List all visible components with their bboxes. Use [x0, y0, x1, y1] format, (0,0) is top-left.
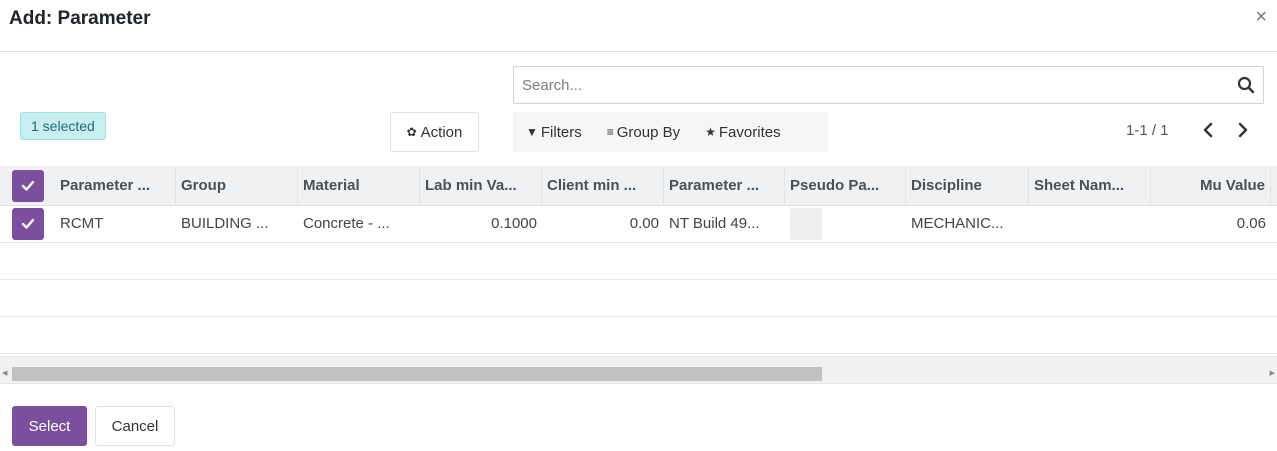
empty-row: [0, 280, 1277, 317]
cell-parameter: RCMT: [60, 215, 104, 232]
pager-value[interactable]: 1-1 / 1: [1126, 122, 1169, 139]
select-all-checkbox[interactable]: [12, 170, 44, 202]
search-icon[interactable]: [1237, 76, 1255, 94]
cell-sheet-name: [1029, 206, 1151, 242]
cell-discipline: MECHANIC...: [911, 215, 1004, 232]
selection-badge: 1 selected: [20, 112, 106, 140]
cell-mu-value: 0.06: [1236, 215, 1266, 232]
cell-material: Concrete - ...: [303, 215, 390, 232]
filter-icon: ▼: [526, 125, 538, 139]
gear-icon: ✿: [406, 125, 417, 139]
column-header-parameter-method[interactable]: Parameter ...: [664, 166, 785, 206]
column-header-material[interactable]: Material: [298, 166, 420, 206]
filters-label: Filters: [540, 123, 582, 141]
cell-group: BUILDING ...: [181, 215, 269, 232]
scroll-right-icon[interactable]: ▶: [1270, 369, 1275, 377]
column-header-client-min[interactable]: Client min ...: [542, 166, 664, 206]
table-row[interactable]: RCMT BUILDING ... Concrete - ... 0.1000 …: [0, 206, 1277, 243]
check-icon: [21, 218, 35, 229]
search-panel-toolbar: ▼ Filters ≡ Group By ★ Favorites: [513, 112, 828, 152]
scroll-left-icon[interactable]: ◀: [2, 369, 7, 377]
filters-button[interactable]: ▼ Filters: [513, 124, 594, 141]
column-header-discipline[interactable]: Discipline: [906, 166, 1029, 206]
table-header: Parameter ... Group Material Lab min Va.…: [0, 166, 1277, 206]
row-checkbox[interactable]: [12, 208, 44, 240]
close-icon[interactable]: ×: [1255, 6, 1267, 29]
scrollbar-thumb[interactable]: [12, 367, 822, 381]
group-by-button[interactable]: ≡ Group By: [594, 124, 692, 141]
column-header-pseudo-parameter[interactable]: Pseudo Pa...: [785, 166, 906, 206]
column-header-group[interactable]: Group: [176, 166, 298, 206]
list-icon: ≡: [606, 125, 614, 139]
group-by-label: Group By: [616, 123, 681, 141]
cancel-button[interactable]: Cancel: [95, 406, 175, 446]
chevron-right-icon[interactable]: [1235, 120, 1251, 140]
cell-lab-min-value: 0.1000: [491, 215, 537, 232]
column-header-sheet-name[interactable]: Sheet Nam...: [1029, 166, 1151, 206]
horizontal-scrollbar[interactable]: ◀ ▶: [0, 356, 1277, 384]
search-input[interactable]: [514, 67, 1214, 103]
column-header-lab-min-value[interactable]: Lab min Va...: [420, 166, 542, 206]
modal-header: Add: Parameter ×: [0, 0, 1277, 52]
cell-parameter-method: NT Build 49...: [669, 215, 760, 232]
dialog-title: Add: Parameter: [9, 8, 151, 29]
cell-client-min: 0.00: [629, 215, 659, 232]
select-button[interactable]: Select: [12, 406, 87, 446]
chevron-left-icon[interactable]: [1200, 120, 1216, 140]
list-table: Parameter ... Group Material Lab min Va.…: [0, 166, 1277, 356]
pseudo-parameter-checkbox[interactable]: [790, 208, 822, 240]
column-header-mu-value[interactable]: Mu Value: [1151, 166, 1271, 206]
star-icon: ★: [705, 125, 716, 139]
check-icon: [21, 180, 35, 191]
search-box: [513, 66, 1264, 104]
column-header-parameter[interactable]: Parameter ...: [55, 166, 176, 206]
favorites-label: Favorites: [718, 123, 781, 141]
action-button[interactable]: ✿ Action: [390, 112, 479, 152]
empty-row: [0, 243, 1277, 280]
empty-row: [0, 317, 1277, 354]
action-label: Action: [420, 123, 463, 141]
favorites-button[interactable]: ★ Favorites: [692, 124, 792, 141]
